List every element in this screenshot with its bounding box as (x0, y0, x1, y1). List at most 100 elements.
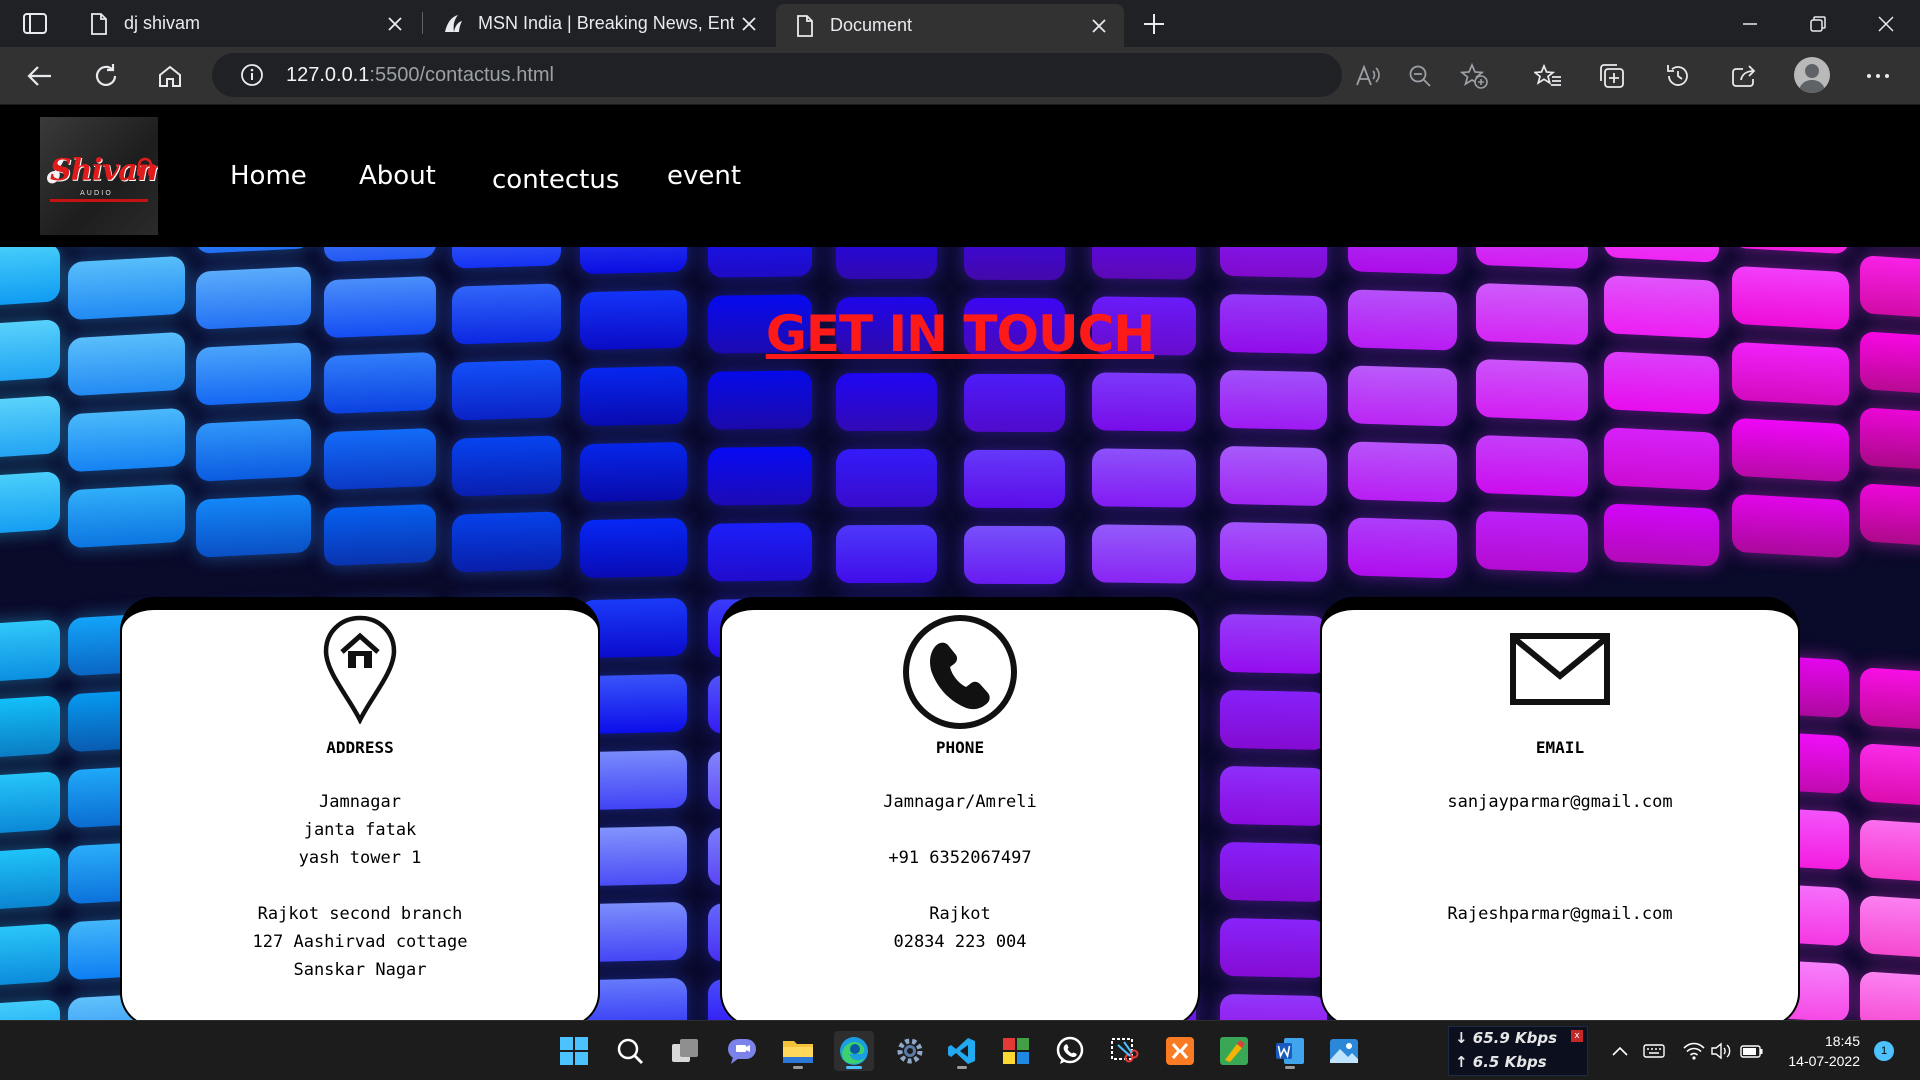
snipping-tool-icon (1111, 1038, 1139, 1063)
new-tab-button[interactable] (1138, 8, 1170, 40)
paint-icon (1220, 1037, 1248, 1065)
browser-tab-bar: dj shivam MSN India | Breaking News, Ent… (0, 0, 1920, 47)
email-address[interactable]: Rajeshparmar@gmail.com (1322, 900, 1798, 928)
background-tile (708, 369, 812, 430)
collections-button[interactable] (1594, 58, 1630, 94)
background-tile (196, 494, 311, 558)
taskbar-task-view[interactable] (666, 1031, 706, 1071)
tab-actions-button[interactable] (18, 11, 52, 37)
background-tile (1732, 493, 1850, 559)
background-tile (68, 407, 186, 472)
nav-about[interactable]: About (359, 161, 436, 191)
back-button[interactable] (22, 58, 58, 94)
site-logo[interactable]: Shivam AUDIO (40, 117, 158, 235)
tab-msn[interactable]: MSN India | Breaking News, Ente (424, 0, 774, 47)
minimize-button[interactable] (1718, 0, 1782, 47)
site-info-icon[interactable] (232, 63, 272, 87)
email-address[interactable]: sanjayparmar@gmail.com (1322, 788, 1798, 816)
background-tile (1220, 614, 1327, 675)
close-icon[interactable] (380, 9, 410, 39)
background-tile (836, 372, 938, 432)
system-clock[interactable]: 18:45 14-07-2022 (1770, 1031, 1860, 1071)
close-icon[interactable] (1084, 11, 1114, 41)
taskbar-photos[interactable] (1324, 1031, 1364, 1071)
favorites-icon (1534, 64, 1561, 86)
clock-date: 14-07-2022 (1788, 1053, 1860, 1069)
download-speed: ↓ 65.9 Kbps (1455, 1029, 1558, 1047)
history-button[interactable] (1660, 58, 1696, 94)
phone-number[interactable]: +91 6352067497 (722, 844, 1198, 872)
home-button[interactable] (152, 58, 188, 94)
tab-title: Document (830, 15, 913, 35)
restore-icon (1810, 15, 1826, 32)
settings-more-button[interactable] (1860, 58, 1896, 94)
taskbar-snipping-tool[interactable] (1104, 1031, 1144, 1071)
close-icon[interactable] (734, 9, 764, 39)
edge-icon (840, 1037, 868, 1065)
wifi-tray-button[interactable] (1682, 1039, 1706, 1063)
read-aloud-button[interactable] (1350, 58, 1386, 94)
taskbar-paint-app[interactable] (1214, 1031, 1254, 1071)
nav-event[interactable]: event (667, 161, 741, 191)
nav-contectus[interactable]: contectus (492, 165, 619, 195)
favorites-button[interactable] (1530, 58, 1566, 94)
keyboard-tray-button[interactable] (1642, 1039, 1666, 1063)
home-icon (159, 65, 181, 87)
address-card: ADDRESS Jamnagar janta fatak yash tower … (120, 597, 600, 1020)
background-tile (1348, 247, 1458, 275)
up-arrow-icon: ↑ (1455, 1053, 1473, 1071)
battery-tray-button[interactable] (1740, 1039, 1764, 1063)
start-button[interactable] (554, 1031, 594, 1071)
show-hidden-icons-button[interactable] (1608, 1039, 1632, 1063)
card-title: PHONE (935, 738, 985, 757)
taskbar-teams-chat[interactable] (722, 1031, 762, 1071)
volume-tray-button[interactable] (1710, 1039, 1734, 1063)
taskbar-search[interactable] (610, 1031, 650, 1071)
refresh-button[interactable] (88, 58, 124, 94)
notification-badge[interactable]: 1 (1874, 1041, 1894, 1061)
background-tile (0, 470, 60, 537)
taskbar-edge[interactable] (834, 1031, 874, 1071)
web-page: Shivam AUDIO Home About contectus event … (0, 106, 1920, 1020)
get-in-touch-heading: GET IN TOUCH (765, 305, 1155, 363)
close-window-button[interactable] (1854, 0, 1918, 47)
taskbar-xampp[interactable] (1160, 1031, 1200, 1071)
tab-dj-shivam[interactable]: dj shivam (70, 0, 420, 47)
taskbar-file-explorer[interactable] (778, 1031, 818, 1071)
background-tile (964, 247, 1066, 280)
taskbar-whatsapp[interactable] (1050, 1031, 1090, 1071)
add-favorite-button[interactable] (1456, 58, 1492, 94)
url-text[interactable]: 127.0.0.1:5500/contactus.html (286, 64, 554, 87)
profile-avatar[interactable] (1794, 57, 1830, 93)
task-view-icon (672, 1039, 698, 1062)
phone-card: PHONE Jamnagar/Amreli +91 6352067497 Raj… (720, 597, 1200, 1020)
restore-button[interactable] (1786, 0, 1850, 47)
background-tile (324, 427, 436, 490)
close-icon[interactable]: x (1571, 1030, 1583, 1042)
clock-time: 18:45 (1824, 1033, 1860, 1049)
phone-number[interactable]: 02834 223 004 (722, 928, 1198, 956)
taskbar-settings[interactable] (890, 1031, 930, 1071)
background-tile (1476, 510, 1588, 574)
background-tile (1732, 417, 1850, 483)
taskbar-word[interactable] (1270, 1031, 1310, 1071)
card-lines: Jamnagar janta fatak yash tower 1 Rajkot… (122, 788, 598, 984)
taskbar-vscode[interactable] (942, 1031, 982, 1071)
close-icon (1878, 15, 1894, 32)
background-tile (1348, 364, 1458, 427)
vscode-icon (948, 1038, 975, 1064)
tab-document[interactable]: Document (776, 4, 1124, 47)
chat-icon (728, 1039, 756, 1064)
taskbar-colorful-app[interactable] (996, 1031, 1036, 1071)
address-bar[interactable]: 127.0.0.1:5500/contactus.html (212, 53, 1342, 97)
zoom-out-button[interactable] (1402, 58, 1438, 94)
card-title: ADDRESS (326, 738, 394, 757)
address-line: 127 Aashirvad cottage (252, 932, 468, 952)
background-tile (1476, 247, 1588, 270)
nav-home[interactable]: Home (230, 161, 307, 191)
plus-icon (1144, 14, 1164, 34)
background-tile (324, 247, 436, 262)
share-button[interactable] (1726, 58, 1762, 94)
